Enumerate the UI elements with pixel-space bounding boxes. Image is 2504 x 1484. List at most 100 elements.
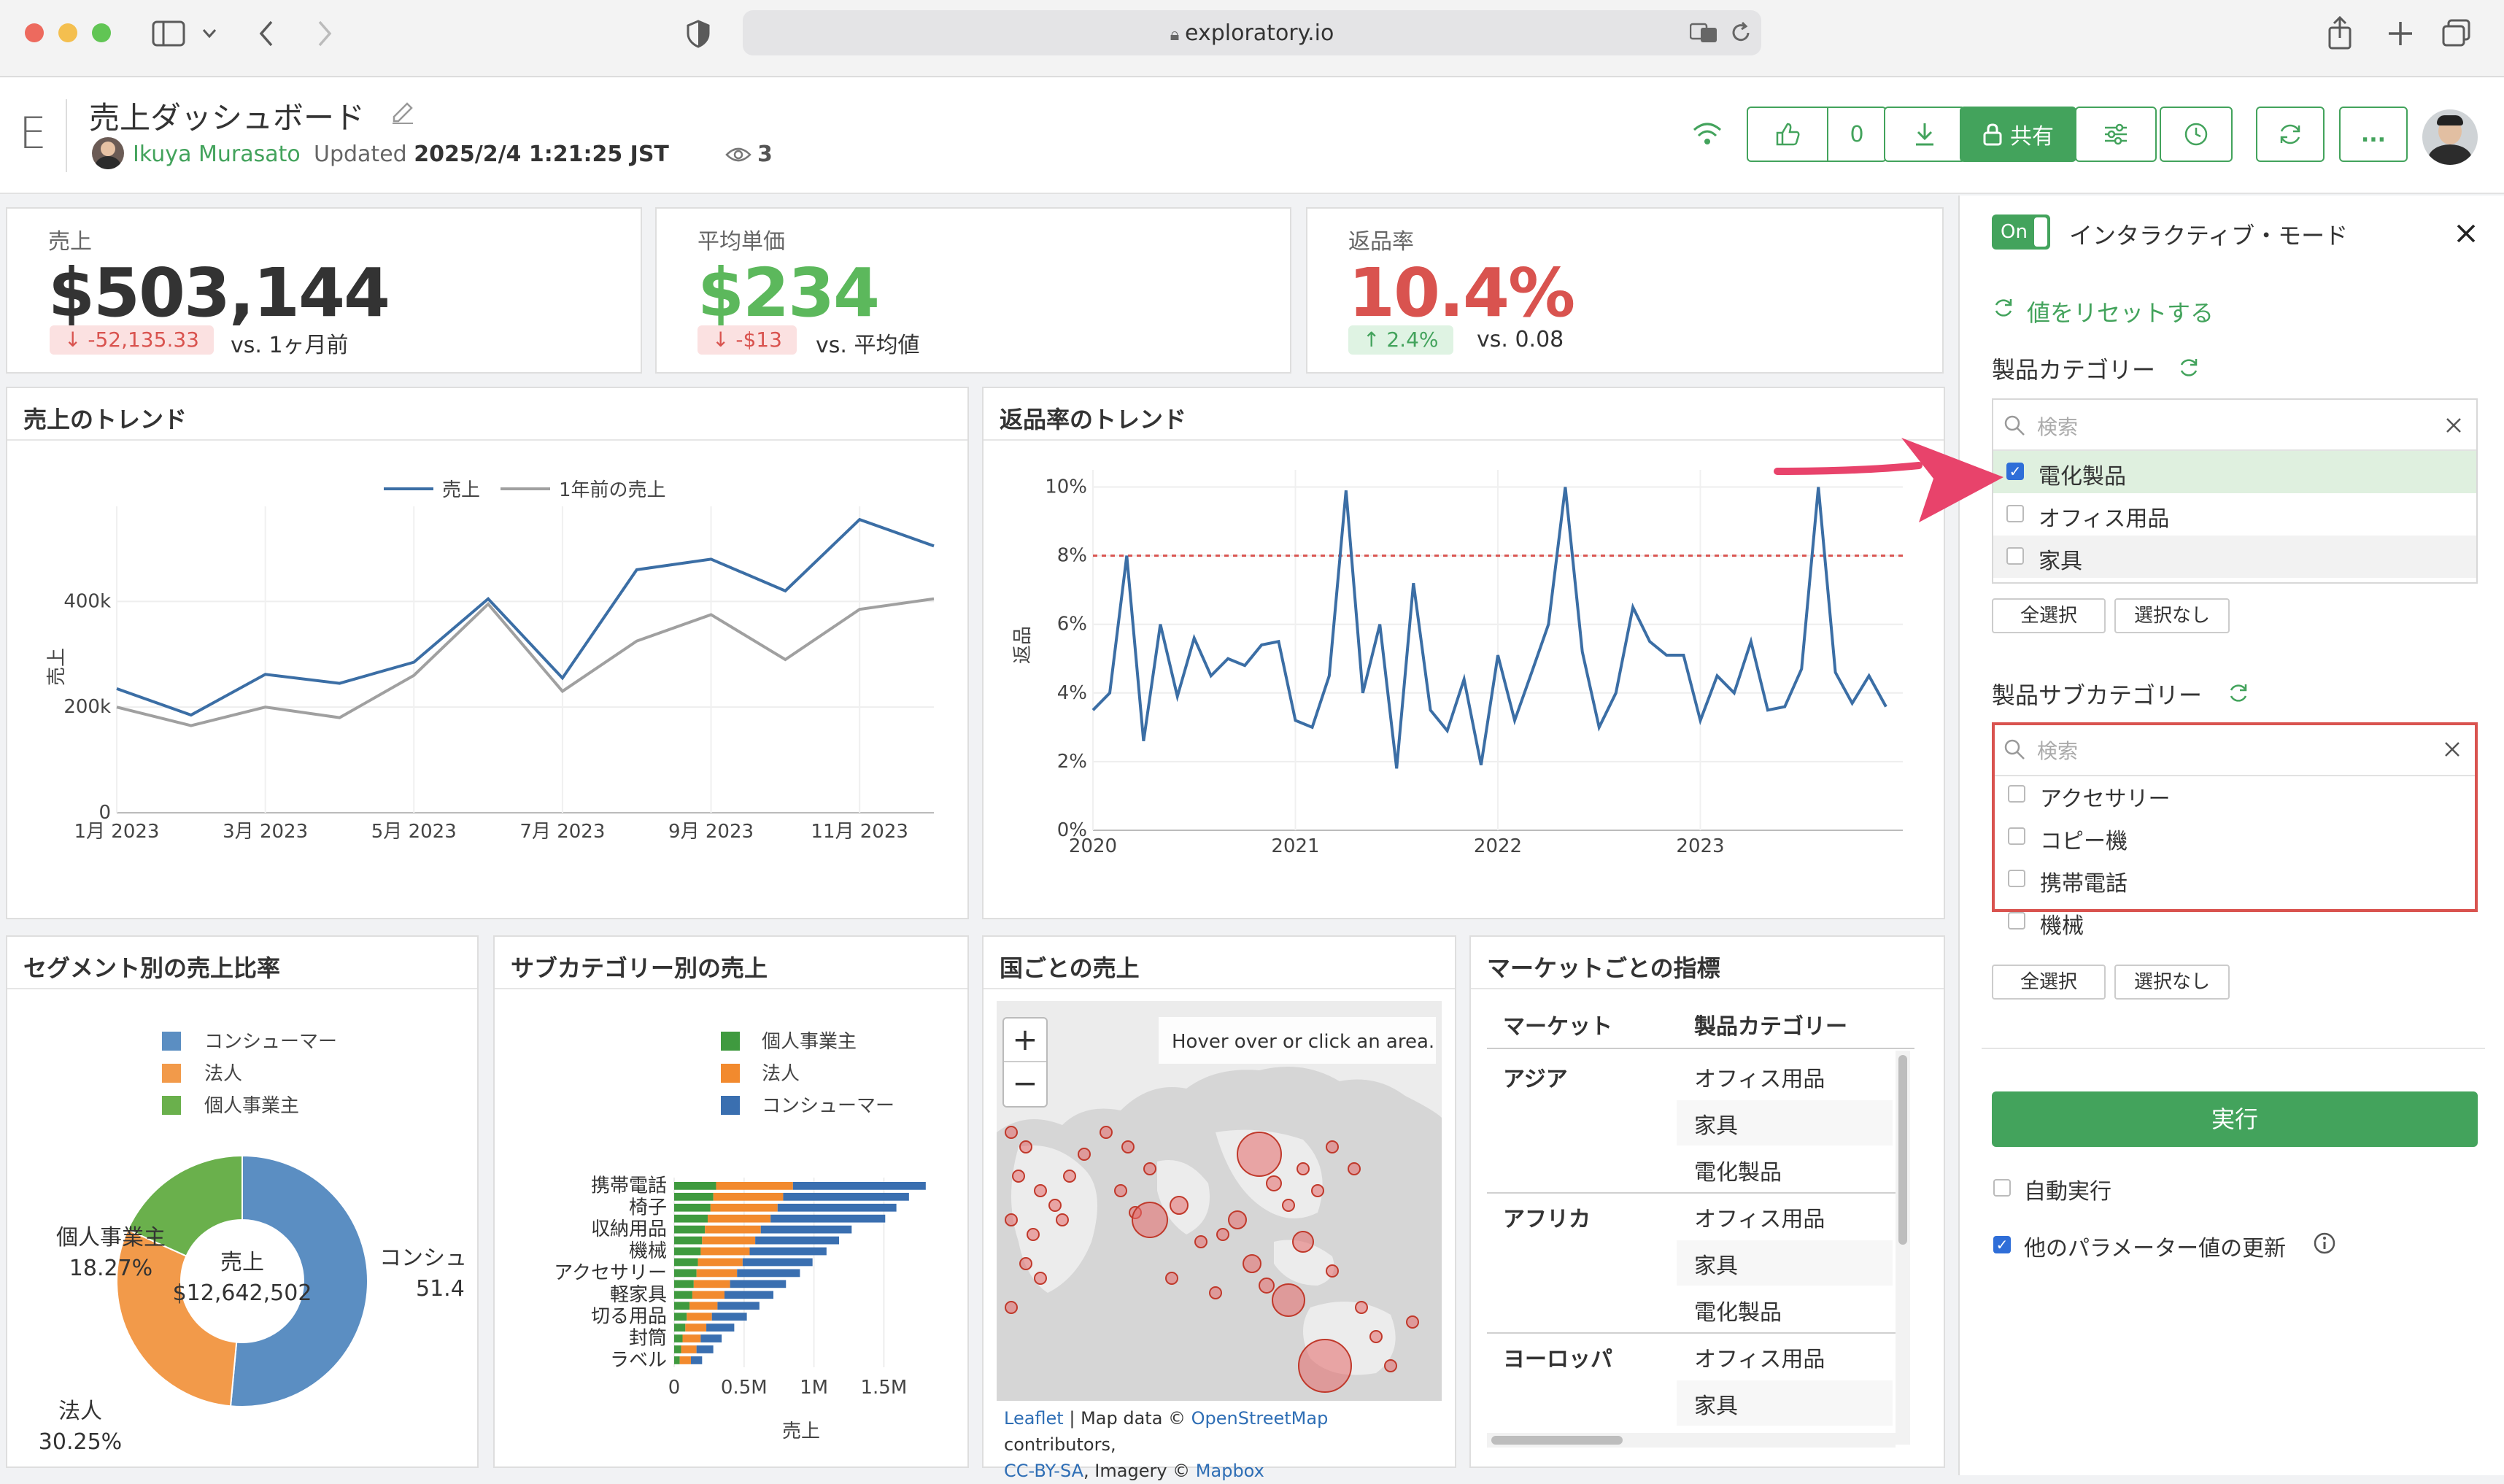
- run-button[interactable]: 実行: [1992, 1091, 2478, 1147]
- subcategory-bar-chart[interactable]: 個人事業主法人コンシューマー 0 0.5M 1M 1.5M 携帯電話椅子収納用品機械ア…: [495, 989, 967, 1466]
- bar-segment[interactable]: [696, 1269, 738, 1278]
- edit-icon[interactable]: [390, 99, 416, 125]
- leaflet-link[interactable]: Leaflet: [1004, 1408, 1064, 1429]
- category-search-input[interactable]: 検索: [1993, 400, 2476, 451]
- zoom-window-button[interactable]: [92, 23, 111, 42]
- refresh-button[interactable]: [2256, 107, 2325, 162]
- forward-icon[interactable]: [315, 19, 334, 48]
- reset-icon[interactable]: [1992, 296, 2015, 320]
- bar-segment[interactable]: [713, 1192, 784, 1201]
- more-button[interactable]: ...: [2339, 107, 2408, 162]
- sales-trend-chart[interactable]: 売上 1年前の売上 売上 0200k400k1月 2023 3月 2023 5月 2…: [7, 441, 967, 918]
- share-icon[interactable]: [2327, 16, 2352, 50]
- bar-segment[interactable]: [730, 1280, 787, 1288]
- bar-segment[interactable]: [700, 1247, 750, 1256]
- refresh-icon[interactable]: [2227, 681, 2250, 705]
- bar-segment[interactable]: [674, 1345, 681, 1353]
- bar-segment[interactable]: [674, 1280, 694, 1288]
- zoom-out-button[interactable]: −: [1004, 1062, 1046, 1106]
- back-icon[interactable]: [257, 19, 276, 48]
- share-button[interactable]: 共有: [1960, 107, 2076, 162]
- refresh-icon[interactable]: [2177, 356, 2200, 379]
- bar-segment[interactable]: [690, 1356, 703, 1364]
- info-icon[interactable]: [2313, 1232, 2336, 1255]
- minimize-window-button[interactable]: [58, 23, 77, 42]
- subcategory-select-all-button[interactable]: 全選択: [1992, 965, 2106, 1000]
- mapbox-link[interactable]: Mapbox: [1196, 1461, 1264, 1481]
- category-select-all-button[interactable]: 全選択: [1992, 598, 2106, 633]
- option-checkbox[interactable]: [2008, 827, 2025, 845]
- like-button[interactable]: [1747, 107, 1828, 162]
- option-checkbox[interactable]: ✓: [2006, 463, 2024, 480]
- option-checkbox[interactable]: [2006, 547, 2024, 565]
- zoom-in-button[interactable]: +: [1004, 1019, 1046, 1062]
- bar-segment[interactable]: [742, 1258, 813, 1267]
- shield-icon[interactable]: [686, 19, 711, 48]
- reset-values-link[interactable]: 値をリセットする: [2027, 295, 2214, 328]
- bar-segment[interactable]: [770, 1214, 886, 1223]
- bar-segment[interactable]: [674, 1313, 687, 1321]
- bar-segment[interactable]: [737, 1269, 800, 1278]
- author-link[interactable]: Ikuya Murasato: [133, 142, 301, 167]
- table-scrollbar[interactable]: [1896, 1051, 1910, 1445]
- bar-segment[interactable]: [700, 1334, 722, 1342]
- subcategory-select-none-button[interactable]: 選択なし: [2114, 965, 2230, 1000]
- bar-segment[interactable]: [783, 1192, 909, 1201]
- bar-segment[interactable]: [717, 1302, 760, 1310]
- filter-option[interactable]: 機械: [1995, 900, 2475, 943]
- clear-icon[interactable]: [2446, 417, 2462, 433]
- filter-option[interactable]: ✓ 電化製品: [1993, 451, 2476, 493]
- kpi-card-sales[interactable]: 売上 $503,144 ↓ -52,135.33 vs. 1ヶ月前: [6, 207, 642, 374]
- bar-segment[interactable]: [692, 1291, 724, 1299]
- tab-overview-icon[interactable]: [2441, 19, 2472, 48]
- filter-option[interactable]: 携帯電話: [1995, 858, 2475, 900]
- update-other-params-checkbox[interactable]: ✓: [1993, 1236, 2011, 1253]
- bar-segment[interactable]: [674, 1236, 703, 1245]
- table-horizontal-scrollbar[interactable]: [1487, 1433, 1896, 1448]
- user-avatar[interactable]: [2422, 109, 2478, 165]
- kpi-card-return-rate[interactable]: 返品率 10.4% ↑ 2.4% vs. 0.08: [1306, 207, 1944, 374]
- interactive-mode-toggle[interactable]: On: [1992, 215, 2050, 250]
- filter-option[interactable]: 家具: [1993, 536, 2476, 578]
- bar-segment[interactable]: [674, 1323, 686, 1332]
- address-bar[interactable]: 🔒︎ exploratory.io: [743, 10, 1761, 55]
- option-checkbox[interactable]: [2008, 912, 2025, 930]
- bar-segment[interactable]: [682, 1334, 701, 1342]
- bar-segment[interactable]: [679, 1356, 691, 1364]
- option-checkbox[interactable]: [2006, 505, 2024, 522]
- auto-run-checkbox[interactable]: [1993, 1179, 2011, 1197]
- bar-segment[interactable]: [674, 1192, 714, 1201]
- bar-segment[interactable]: [685, 1323, 707, 1332]
- bar-segment[interactable]: [705, 1225, 761, 1234]
- clear-icon[interactable]: [2444, 741, 2460, 757]
- subcategory-search-input[interactable]: 検索: [1995, 725, 2475, 776]
- column-header-market[interactable]: マーケット: [1503, 1008, 1612, 1040]
- series-line-return-rate[interactable]: [1091, 487, 1887, 769]
- parameters-button[interactable]: [2075, 107, 2157, 162]
- series-line-sales[interactable]: [116, 517, 935, 717]
- option-checkbox[interactable]: [2008, 870, 2025, 887]
- bar-segment[interactable]: [698, 1258, 743, 1267]
- kpi-card-avg-price[interactable]: 平均単価 $234 ↓ -$13 vs. 平均値: [655, 207, 1291, 374]
- close-window-button[interactable]: [25, 23, 44, 42]
- bar-segment[interactable]: [689, 1302, 718, 1310]
- app-logo[interactable]: E: [19, 108, 47, 159]
- download-button[interactable]: [1884, 107, 1966, 162]
- close-icon[interactable]: [2456, 223, 2476, 244]
- bar-segment[interactable]: [681, 1345, 697, 1353]
- reload-icon[interactable]: [1729, 20, 1753, 45]
- chevron-down-icon[interactable]: [201, 28, 217, 39]
- broadcast-icon[interactable]: [1691, 121, 1723, 147]
- bar-segment[interactable]: [760, 1225, 852, 1234]
- bar-segment[interactable]: [755, 1236, 840, 1245]
- bar-segment[interactable]: [674, 1334, 683, 1342]
- bar-segment[interactable]: [674, 1225, 706, 1234]
- world-map[interactable]: Hover over or click an area.: [997, 1001, 1442, 1401]
- bar-segment[interactable]: [696, 1345, 714, 1353]
- new-tab-icon[interactable]: [2387, 20, 2414, 47]
- segment-donut-chart[interactable]: コンシューマー法人個人事業主 売上 $12,642,502 コンシュ51.4法人…: [7, 989, 477, 1466]
- bar-segment[interactable]: [674, 1356, 680, 1364]
- bar-segment[interactable]: [706, 1323, 735, 1332]
- bar-segment[interactable]: [693, 1280, 730, 1288]
- bar-segment[interactable]: [674, 1291, 692, 1299]
